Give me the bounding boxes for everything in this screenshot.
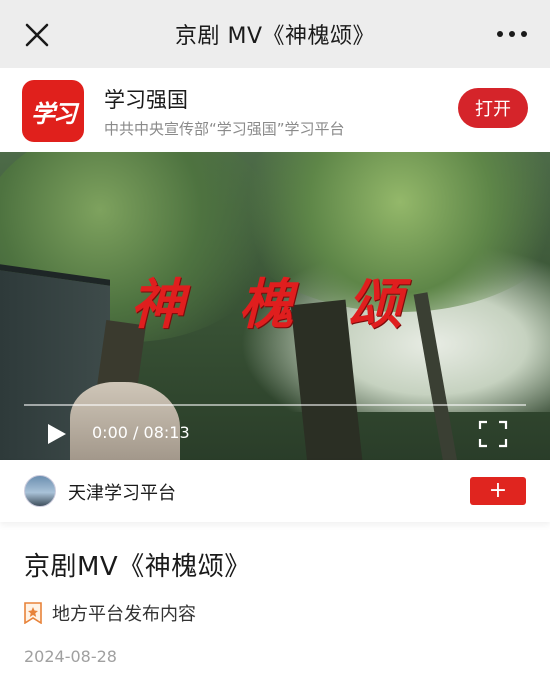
page-title: 京剧 MV《神槐颂》 [174, 24, 376, 49]
fullscreen-icon[interactable] [478, 420, 508, 448]
app-logo: 学习 [22, 80, 84, 142]
video-timecode: 0:00 / 08:13 [92, 423, 190, 442]
top-bar: 京剧 MV《神槐颂》 [0, 0, 550, 68]
time-current: 0:00 [92, 423, 128, 442]
article-tag-text: 地方平台发布内容 [52, 604, 196, 625]
article-title: 京剧MV《神槐颂》 [24, 552, 251, 582]
channel-bar: 天津学习平台 + [0, 460, 550, 522]
article-tag: 地方平台发布内容 [24, 600, 196, 626]
time-separator: / [133, 423, 139, 442]
open-app-button[interactable]: 打开 [458, 88, 528, 128]
more-icon[interactable] [496, 24, 528, 44]
app-description: 中共中央宣传部“学习强国”学习平台 [104, 120, 345, 138]
video-player[interactable]: 神 槐 颂 0:00 / 08:13 [0, 152, 550, 460]
close-icon[interactable] [24, 22, 50, 48]
app-logo-text: 学习 [31, 98, 77, 128]
star-badge-icon [24, 602, 42, 624]
time-total: 08:13 [143, 423, 190, 442]
follow-button[interactable]: + [470, 477, 526, 505]
video-progress-bar[interactable] [24, 404, 526, 406]
video-rock [70, 382, 180, 460]
channel-avatar[interactable] [24, 475, 56, 507]
app-banner: 学习 学习强国 中共中央宣传部“学习强国”学习平台 打开 [0, 68, 550, 152]
app-name: 学习强国 [104, 88, 188, 112]
channel-name[interactable]: 天津学习平台 [68, 479, 176, 505]
publish-date: 2024-08-28 [24, 647, 117, 666]
video-overlay-title: 神 槐 颂 [130, 272, 420, 336]
play-icon[interactable] [42, 422, 70, 446]
